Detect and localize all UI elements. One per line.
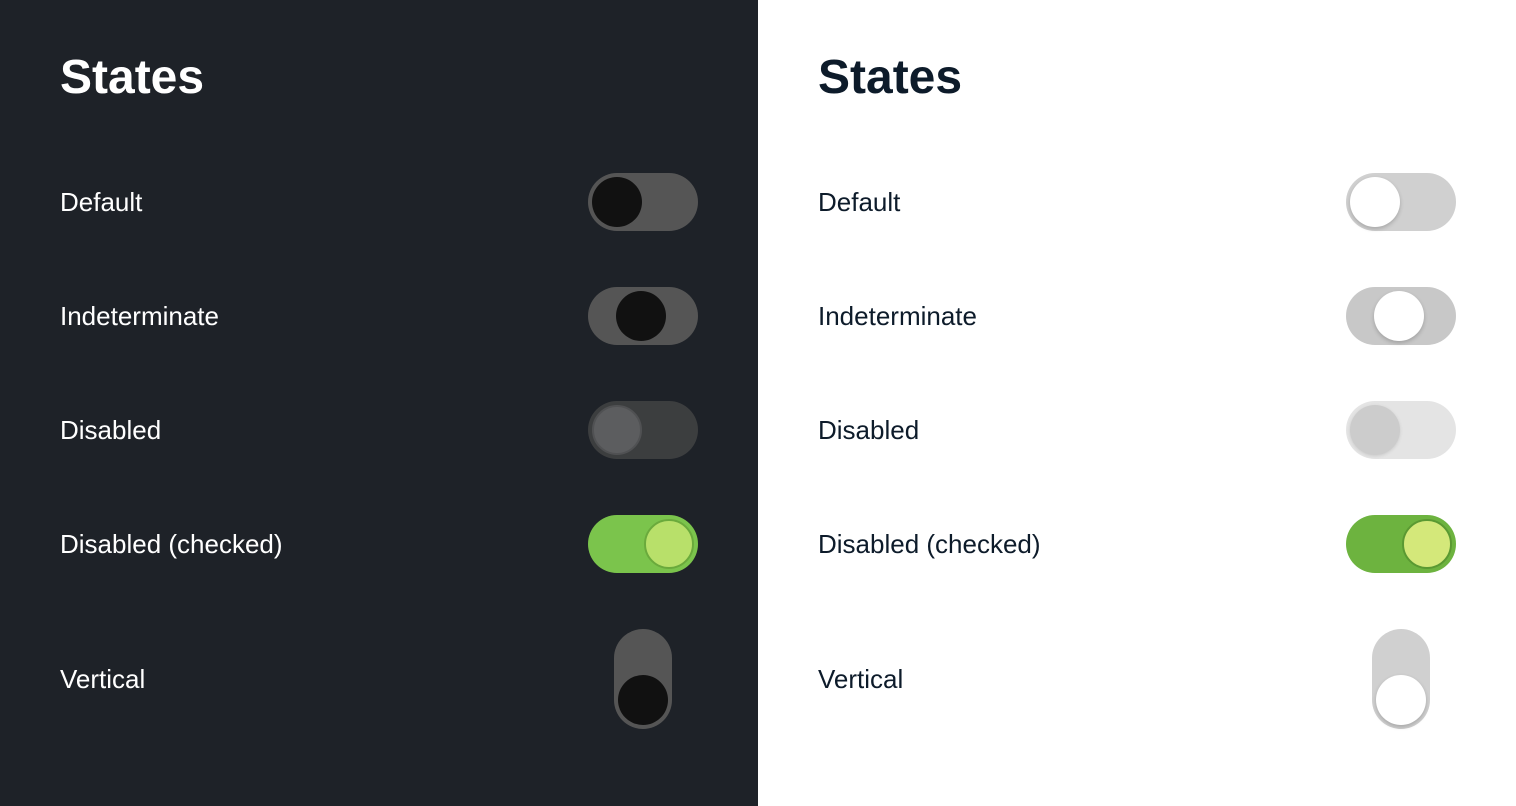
light-panel: States Default Indeterminate Disabled Di… xyxy=(758,0,1516,806)
toggle-indeterminate-dark-knob xyxy=(616,291,666,341)
state-label-default-dark: Default xyxy=(60,187,142,218)
state-row-indeterminate-light: Indeterminate xyxy=(818,259,1456,373)
state-label-vertical-light: Vertical xyxy=(818,664,903,695)
dark-panel: States Default Indeterminate Disabled Di… xyxy=(0,0,758,806)
toggle-indeterminate-light[interactable] xyxy=(1346,287,1456,345)
state-row-vertical-dark: Vertical xyxy=(60,601,698,757)
toggle-indeterminate-dark-container[interactable] xyxy=(588,287,698,345)
toggle-vertical-light-knob xyxy=(1376,675,1426,725)
toggle-disabled-light-knob xyxy=(1350,405,1400,455)
toggle-indeterminate-light-container[interactable] xyxy=(1346,287,1456,345)
toggle-default-dark[interactable] xyxy=(588,173,698,231)
state-row-default-light: Default xyxy=(818,145,1456,259)
toggle-disabled-light-container xyxy=(1346,401,1456,459)
toggle-default-dark-container[interactable] xyxy=(588,173,698,231)
toggle-disabled-checked-light-knob xyxy=(1402,519,1452,569)
toggle-disabled-light xyxy=(1346,401,1456,459)
toggle-vertical-light[interactable] xyxy=(1372,629,1430,729)
toggle-disabled-dark-knob xyxy=(592,405,642,455)
state-label-disabled-dark: Disabled xyxy=(60,415,161,446)
state-row-disabled-checked-dark: Disabled (checked) xyxy=(60,487,698,601)
toggle-disabled-dark-container xyxy=(588,401,698,459)
toggle-vertical-light-container[interactable] xyxy=(1346,629,1456,729)
state-label-disabled-light: Disabled xyxy=(818,415,919,446)
state-row-disabled-checked-light: Disabled (checked) xyxy=(818,487,1456,601)
state-row-indeterminate-dark: Indeterminate xyxy=(60,259,698,373)
toggle-disabled-checked-light xyxy=(1346,515,1456,573)
toggle-vertical-dark[interactable] xyxy=(614,629,672,729)
dark-panel-title: States xyxy=(60,50,698,105)
state-row-default-dark: Default xyxy=(60,145,698,259)
state-label-indeterminate-light: Indeterminate xyxy=(818,301,977,332)
light-panel-title: States xyxy=(818,50,1456,105)
toggle-disabled-checked-dark-knob xyxy=(644,519,694,569)
toggle-disabled-dark xyxy=(588,401,698,459)
toggle-disabled-checked-dark-container xyxy=(588,515,698,573)
toggle-default-light-container[interactable] xyxy=(1346,173,1456,231)
state-label-disabled-checked-light: Disabled (checked) xyxy=(818,529,1041,560)
toggle-vertical-dark-knob xyxy=(618,675,668,725)
toggle-disabled-checked-dark xyxy=(588,515,698,573)
toggle-indeterminate-dark[interactable] xyxy=(588,287,698,345)
state-row-disabled-light: Disabled xyxy=(818,373,1456,487)
toggle-default-dark-knob xyxy=(592,177,642,227)
state-label-disabled-checked-dark: Disabled (checked) xyxy=(60,529,283,560)
toggle-vertical-dark-container[interactable] xyxy=(588,629,698,729)
toggle-default-light[interactable] xyxy=(1346,173,1456,231)
state-label-vertical-dark: Vertical xyxy=(60,664,145,695)
state-label-indeterminate-dark: Indeterminate xyxy=(60,301,219,332)
state-label-default-light: Default xyxy=(818,187,900,218)
toggle-indeterminate-light-knob xyxy=(1374,291,1424,341)
state-row-vertical-light: Vertical xyxy=(818,601,1456,757)
toggle-disabled-checked-light-container xyxy=(1346,515,1456,573)
toggle-default-light-knob xyxy=(1350,177,1400,227)
state-row-disabled-dark: Disabled xyxy=(60,373,698,487)
